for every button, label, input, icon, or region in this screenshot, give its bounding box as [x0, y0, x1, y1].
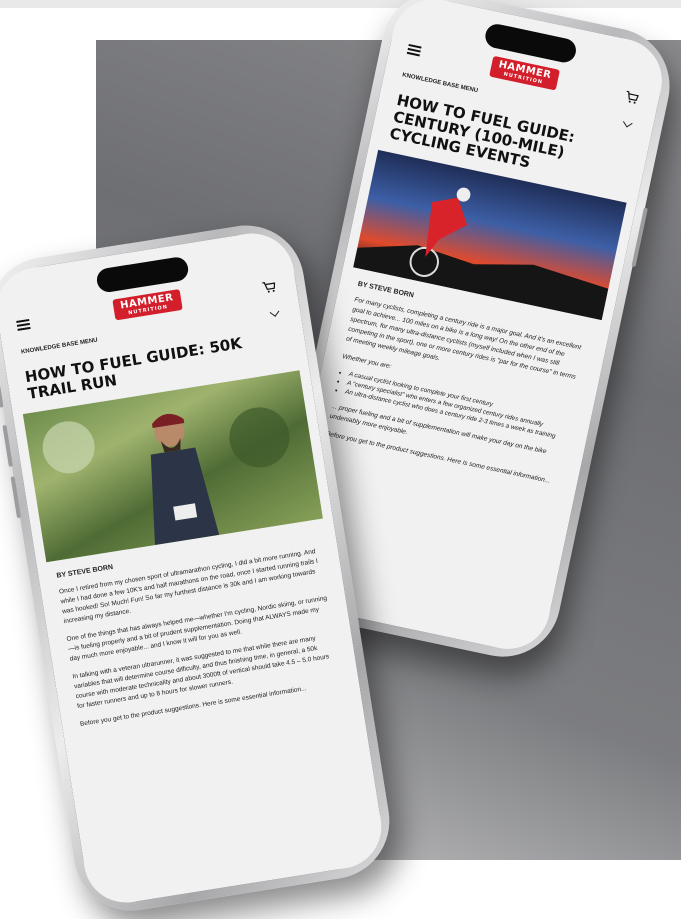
- hamburger-menu-icon[interactable]: [406, 43, 422, 57]
- volume-up-button: [2, 424, 13, 467]
- cart-icon[interactable]: [624, 90, 640, 105]
- top-strip: [0, 0, 681, 8]
- hamburger-menu-icon[interactable]: [16, 318, 31, 331]
- action-button: [0, 385, 4, 408]
- hammer-logo[interactable]: HAMMER NUTRITION: [112, 289, 183, 321]
- cart-icon[interactable]: [261, 280, 277, 294]
- volume-down-button: [10, 476, 22, 519]
